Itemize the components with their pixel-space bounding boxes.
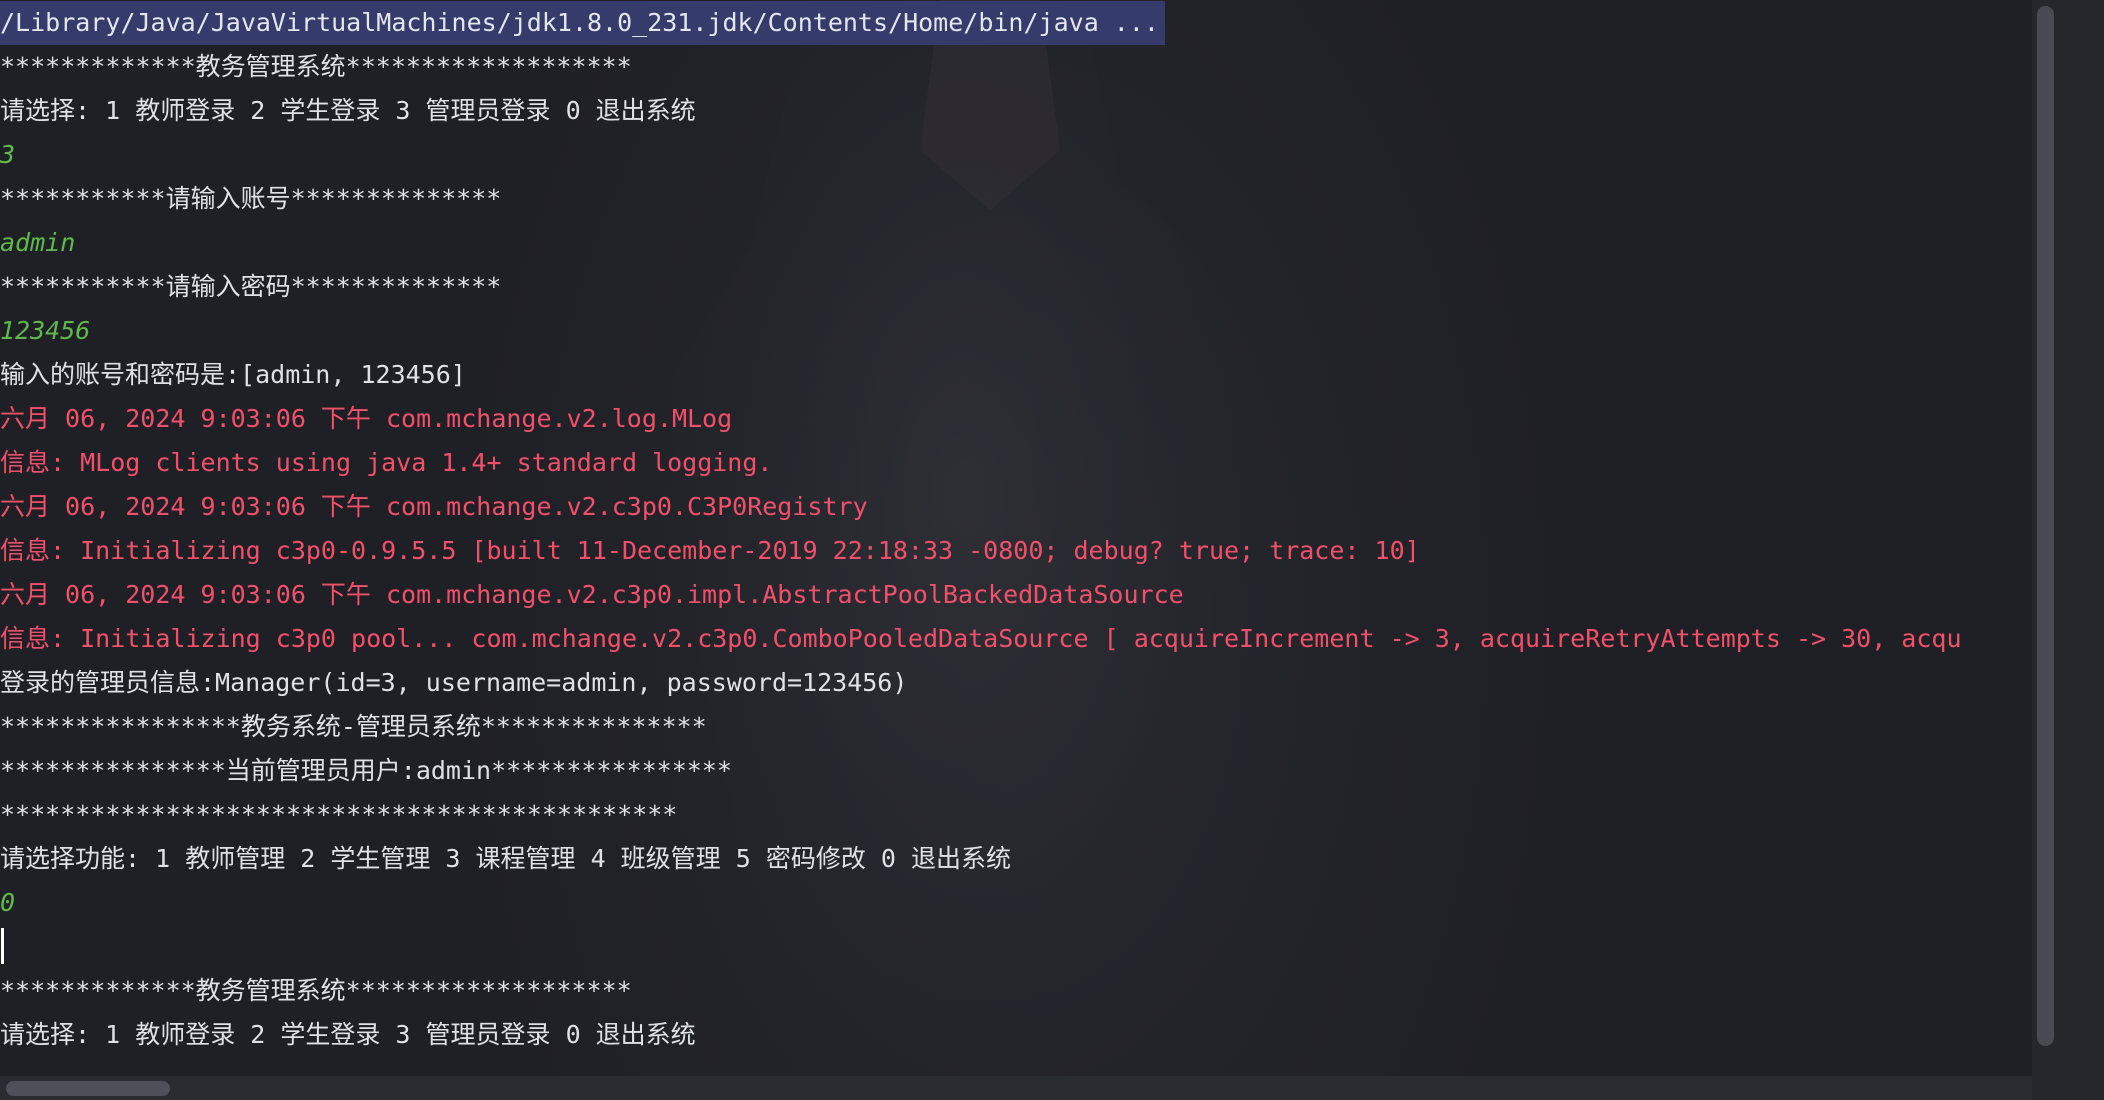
vertical-scrollbar-thumb[interactable] bbox=[2037, 6, 2054, 1046]
console-line: 六月 06, 2024 9:03:06 下午 com.mchange.v2.lo… bbox=[0, 404, 733, 433]
console-line: 六月 06, 2024 9:03:06 下午 com.mchange.v2.c3… bbox=[0, 580, 1184, 609]
horizontal-scrollbar-thumb[interactable] bbox=[6, 1081, 170, 1096]
console-line: *************教务管理系统******************* bbox=[0, 976, 632, 1005]
console-line: 3 bbox=[0, 140, 16, 169]
console-line: 信息: Initializing c3p0 pool... com.mchang… bbox=[0, 624, 1962, 653]
console-line: ***********请输入账号************** bbox=[0, 184, 502, 213]
console-line: ***************当前管理员用户:admin************… bbox=[0, 756, 732, 785]
run-console[interactable]: /Library/Java/JavaVirtualMachines/jdk1.8… bbox=[0, 0, 2104, 1100]
console-line: 登录的管理员信息:Manager(id=3, username=admin, p… bbox=[0, 668, 908, 697]
console-line: 123456 bbox=[0, 316, 91, 345]
console-line: ***********请输入密码************** bbox=[0, 272, 502, 301]
console-line: 0 bbox=[0, 888, 16, 917]
console-line: ****************教务系统-管理员系统**************… bbox=[0, 712, 707, 741]
console-line: 请选择功能: 1 教师管理 2 学生管理 3 课程管理 4 班级管理 5 密码修… bbox=[0, 844, 1011, 873]
console-line: 信息: MLog clients using java 1.4+ standar… bbox=[0, 448, 773, 477]
console-line: 信息: Initializing c3p0-0.9.5.5 [built 11-… bbox=[0, 536, 1420, 565]
console-output[interactable]: /Library/Java/JavaVirtualMachines/jdk1.8… bbox=[0, 0, 2032, 1076]
console-line: 六月 06, 2024 9:03:06 下午 com.mchange.v2.c3… bbox=[0, 492, 868, 521]
console-line: *************教务管理系统******************* bbox=[0, 52, 632, 81]
console-line: /Library/Java/JavaVirtualMachines/jdk1.8… bbox=[0, 1, 1165, 45]
horizontal-scrollbar-track[interactable] bbox=[0, 1076, 2032, 1100]
console-line: ****************************************… bbox=[0, 800, 678, 829]
console-line: admin bbox=[0, 228, 76, 257]
text-cursor[interactable] bbox=[1, 928, 4, 964]
console-line: 输入的账号和密码是:[admin, 123456] bbox=[0, 360, 466, 389]
console-line: 请选择: 1 教师登录 2 学生登录 3 管理员登录 0 退出系统 bbox=[0, 1020, 696, 1049]
console-line: 请选择: 1 教师登录 2 学生登录 3 管理员登录 0 退出系统 bbox=[0, 96, 696, 125]
